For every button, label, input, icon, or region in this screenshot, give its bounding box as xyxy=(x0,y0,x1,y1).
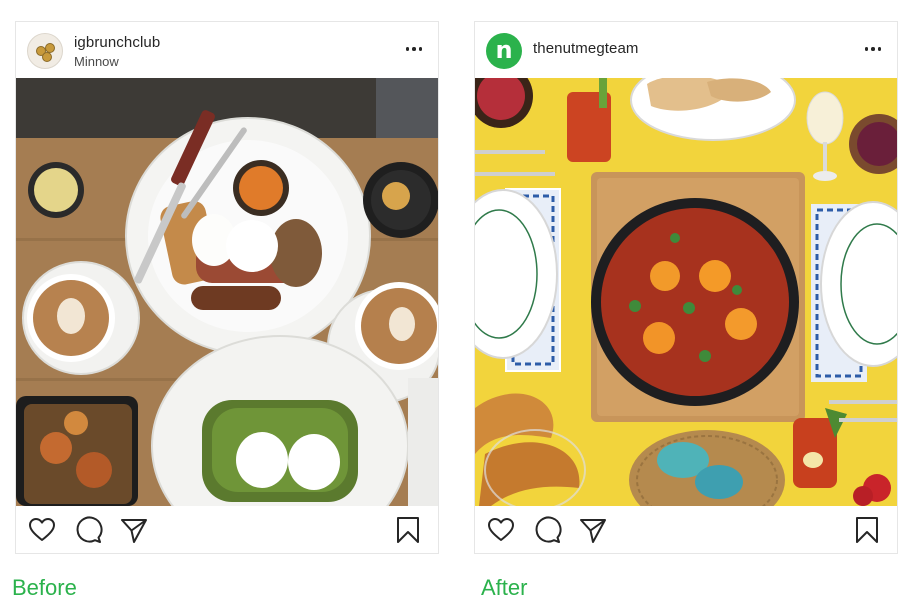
avatar[interactable] xyxy=(27,33,63,69)
more-options-icon[interactable] xyxy=(863,39,883,59)
after-label: After xyxy=(481,575,528,600)
bookmark-icon[interactable] xyxy=(393,515,423,545)
username[interactable]: thenutmegteam xyxy=(533,40,639,57)
before-label: Before xyxy=(12,575,77,600)
more-options-icon[interactable] xyxy=(404,39,424,59)
comment-bubble-icon[interactable] xyxy=(73,515,103,545)
post-actions xyxy=(16,506,438,554)
post-card-before: igbrunchclub Minnow xyxy=(15,21,439,554)
post-photo[interactable] xyxy=(475,78,897,506)
heart-icon[interactable] xyxy=(486,515,516,545)
paper-plane-icon[interactable] xyxy=(119,515,149,545)
username[interactable]: igbrunchclub xyxy=(74,34,160,51)
location-label[interactable]: Minnow xyxy=(74,54,119,69)
post-header: n thenutmegteam xyxy=(475,22,897,78)
paper-plane-icon[interactable] xyxy=(578,515,608,545)
avatar[interactable]: n xyxy=(486,33,522,69)
brunch-table-photo xyxy=(16,78,438,506)
heart-icon[interactable] xyxy=(27,515,57,545)
post-header: igbrunchclub Minnow xyxy=(16,22,438,78)
post-actions xyxy=(475,506,897,554)
post-photo[interactable] xyxy=(16,78,438,506)
post-card-after: n thenutmegteam xyxy=(474,21,898,554)
bookmark-icon[interactable] xyxy=(852,515,882,545)
comment-bubble-icon[interactable] xyxy=(532,515,562,545)
shakshuka-table-photo xyxy=(475,78,897,506)
